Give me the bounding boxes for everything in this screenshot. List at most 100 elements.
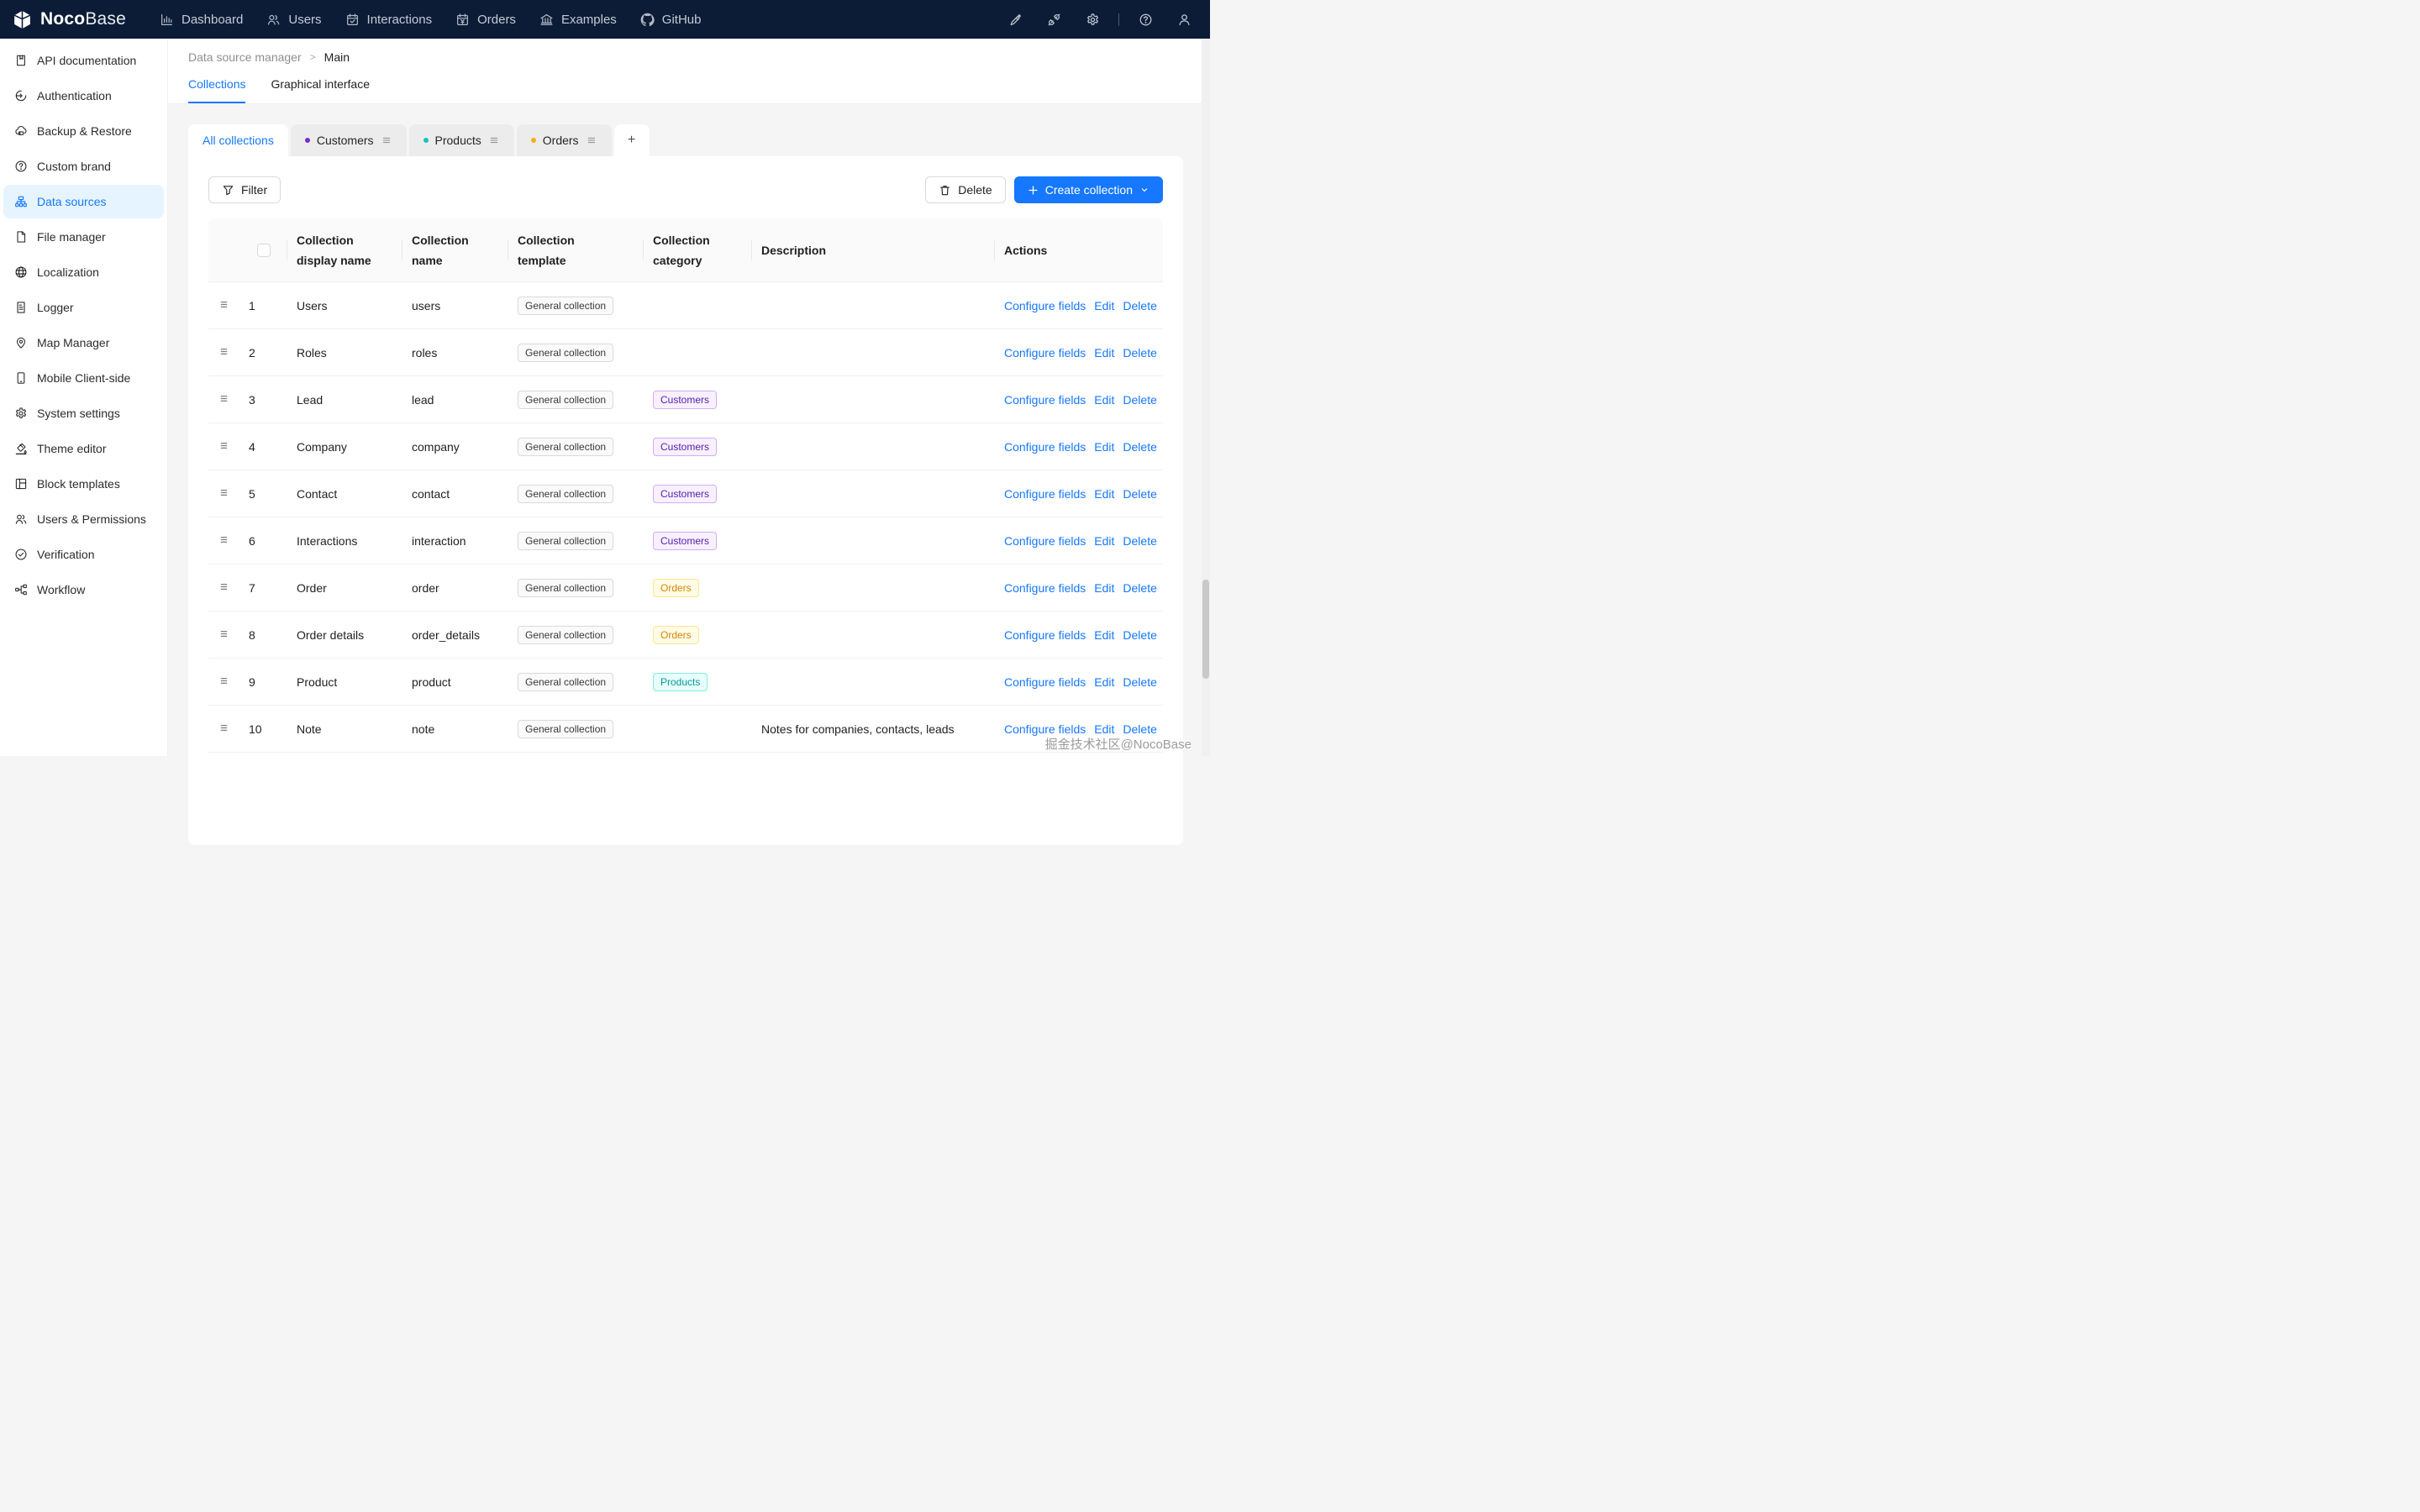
drag-handle[interactable] [208, 675, 239, 690]
drag-handle[interactable] [208, 533, 239, 549]
configure-fields-link[interactable]: Configure fields [1004, 299, 1086, 312]
delete-link[interactable]: Delete [1123, 346, 1156, 360]
collection-template-cell: General collection [508, 579, 643, 597]
delete-link[interactable]: Delete [1123, 299, 1156, 312]
row-number: 4 [239, 440, 287, 454]
template-tag: General collection [518, 626, 613, 644]
tab-collections[interactable]: Collections [188, 77, 245, 103]
column-header-label: Collection name [412, 230, 497, 270]
scrollbar-thumb[interactable] [1202, 580, 1209, 679]
sidebar-item-custom-brand[interactable]: Custom brand [3, 150, 164, 183]
delete-link[interactable]: Delete [1123, 628, 1156, 642]
configure-fields-link[interactable]: Configure fields [1004, 346, 1086, 360]
sidebar-item-data-sources[interactable]: Data sources [3, 185, 164, 218]
sidebar-item-theme-editor[interactable]: Theme editor [3, 432, 164, 465]
drag-handle[interactable] [208, 392, 239, 407]
configure-fields-link[interactable]: Configure fields [1004, 722, 1086, 736]
tab-menu-button[interactable] [381, 134, 392, 146]
drag-handle[interactable] [208, 722, 239, 737]
collection-tab-products[interactable]: Products [409, 124, 514, 156]
row-number: 7 [239, 581, 287, 595]
sidebar-item-backup-restore[interactable]: Backup & Restore [3, 114, 164, 148]
sidebar-item-map-manager[interactable]: Map Manager [3, 326, 164, 360]
delete-link[interactable]: Delete [1123, 534, 1156, 548]
sidebar-item-block-templates[interactable]: Block templates [3, 467, 164, 501]
category-dot [424, 138, 429, 143]
delete-link[interactable]: Delete [1123, 393, 1156, 407]
configure-fields-link[interactable]: Configure fields [1004, 393, 1086, 407]
drag-handle[interactable] [208, 345, 239, 360]
sidebar-item-authentication[interactable]: Authentication [3, 79, 164, 113]
collection-tab-orders[interactable]: Orders [517, 124, 612, 156]
delete-button[interactable]: Delete [925, 176, 1005, 203]
edit-link[interactable]: Edit [1094, 722, 1114, 736]
drag-handle[interactable] [208, 298, 239, 313]
drag-handle[interactable] [208, 627, 239, 643]
configure-fields-link[interactable]: Configure fields [1004, 440, 1086, 454]
edit-link[interactable]: Edit [1094, 487, 1114, 501]
breadcrumb-parent[interactable]: Data source manager [188, 50, 302, 64]
drag-handle[interactable] [208, 580, 239, 596]
configure-fields-link[interactable]: Configure fields [1004, 675, 1086, 689]
sidebar-item-users-permissions[interactable]: Users & Permissions [3, 502, 164, 536]
tab-menu-button[interactable] [586, 134, 597, 146]
delete-link[interactable]: Delete [1123, 487, 1156, 501]
scrollbar-track[interactable] [1202, 39, 1210, 756]
sidebar-item-localization[interactable]: Localization [3, 255, 164, 289]
sidebar-item-label: Backup & Restore [37, 124, 132, 138]
sidebar-item-logger[interactable]: Logger [3, 291, 164, 324]
edit-link[interactable]: Edit [1094, 393, 1114, 407]
sidebar-item-file-manager[interactable]: File manager [3, 220, 164, 254]
delete-link[interactable]: Delete [1123, 722, 1156, 736]
sidebar-item-api-documentation[interactable]: API documentation [3, 44, 164, 77]
nav-item-users[interactable]: Users [255, 0, 333, 39]
collection-display-name: Contact [287, 487, 402, 501]
question-circle-button[interactable] [1132, 6, 1159, 33]
configure-fields-link[interactable]: Configure fields [1004, 487, 1086, 501]
delete-link[interactable]: Delete [1123, 440, 1156, 454]
sidebar-item-workflow[interactable]: Workflow [3, 573, 164, 606]
user-button[interactable] [1171, 6, 1197, 33]
edit-link[interactable]: Edit [1094, 628, 1114, 642]
edit-link[interactable]: Edit [1094, 581, 1114, 595]
edit-link[interactable]: Edit [1094, 440, 1114, 454]
add-collection-tab-button[interactable]: + [614, 124, 650, 156]
sidebar-item-verification[interactable]: Verification [3, 538, 164, 571]
filter-button[interactable]: Filter [208, 176, 281, 203]
highlight-button[interactable] [1002, 6, 1028, 33]
edit-link[interactable]: Edit [1094, 534, 1114, 548]
nav-item-github[interactable]: GitHub [629, 0, 713, 39]
sidebar-item-system-settings[interactable]: System settings [3, 396, 164, 430]
configure-fields-link[interactable]: Configure fields [1004, 628, 1086, 642]
row-actions: Configure fields Edit Delete [994, 534, 1163, 548]
api-button[interactable] [1040, 6, 1067, 33]
nav-item-examples[interactable]: Examples [528, 0, 629, 39]
collection-display-name: Lead [287, 393, 402, 407]
collection-name: order [402, 581, 508, 595]
delete-link[interactable]: Delete [1123, 581, 1156, 595]
tab-menu-button[interactable] [488, 134, 500, 146]
edit-link[interactable]: Edit [1094, 346, 1114, 360]
collection-tab-all-collections[interactable]: All collections [188, 124, 288, 156]
configure-fields-link[interactable]: Configure fields [1004, 534, 1086, 548]
setting-button[interactable] [1079, 6, 1106, 33]
create-collection-button[interactable]: Create collection [1014, 176, 1163, 203]
nav-item-dashboard[interactable]: Dashboard [148, 0, 255, 39]
collection-display-name: Order details [287, 628, 402, 642]
category-dot [531, 138, 536, 143]
drag-handle[interactable] [208, 439, 239, 454]
nav-item-orders[interactable]: Orders [444, 0, 528, 39]
tab-graphical-interface[interactable]: Graphical interface [271, 77, 370, 103]
collection-tab-customers[interactable]: Customers [291, 124, 407, 156]
sidebar-item-mobile-client-side[interactable]: Mobile Client-side [3, 361, 164, 395]
edit-link[interactable]: Edit [1094, 675, 1114, 689]
select-all-checkbox[interactable] [257, 244, 271, 257]
nocobase-logo-icon [12, 9, 33, 30]
collection-category-cell: Orders [643, 579, 751, 597]
configure-fields-link[interactable]: Configure fields [1004, 581, 1086, 595]
edit-link[interactable]: Edit [1094, 299, 1114, 312]
nav-item-interactions[interactable]: Interactions [334, 0, 445, 39]
nocobase-logo[interactable]: NocoBase [0, 9, 126, 30]
drag-handle[interactable] [208, 486, 239, 501]
delete-link[interactable]: Delete [1123, 675, 1156, 689]
